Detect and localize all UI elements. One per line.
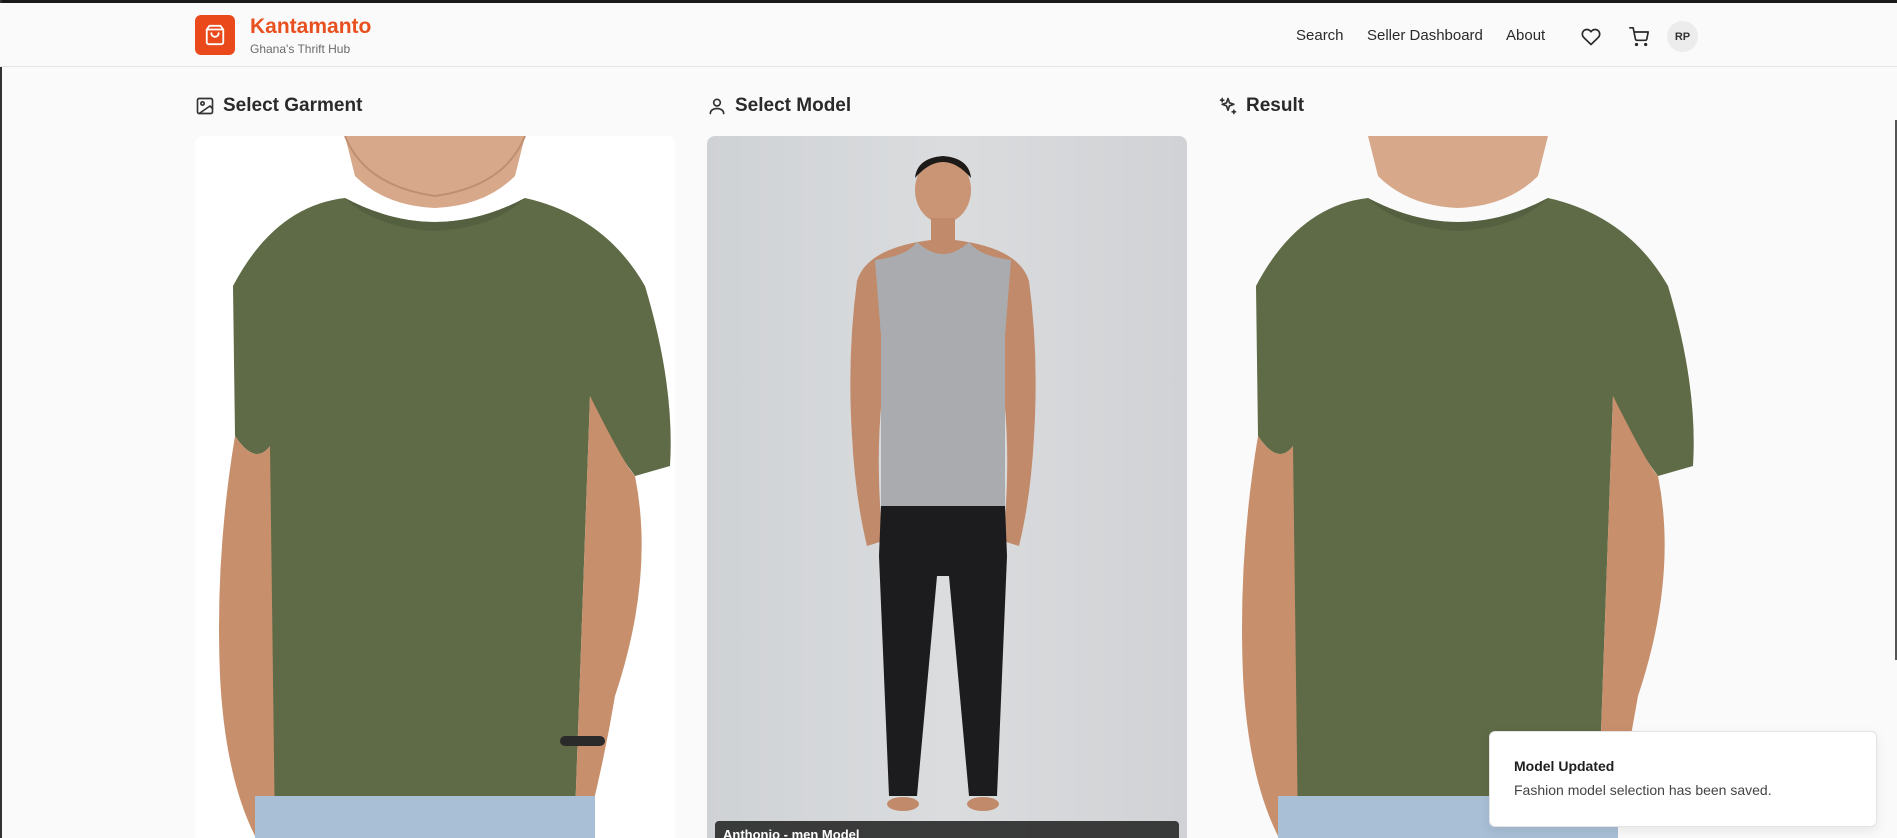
model-image-card[interactable] — [707, 136, 1187, 838]
brand-name[interactable]: Kantamanto — [250, 15, 371, 39]
brand-tagline: Ghana's Thrift Hub — [250, 42, 351, 56]
result-title: Result — [1246, 95, 1305, 116]
toast-title: Model Updated — [1514, 758, 1615, 774]
logo[interactable] — [195, 15, 235, 55]
site-header: Kantamanto Ghana's Thrift Hub Search Sel… — [0, 3, 1897, 67]
select-garment-title: Select Garment — [223, 95, 363, 116]
result-heading: Result — [1218, 94, 1304, 118]
user-icon — [709, 98, 725, 115]
model-name-label: Anthonio - men Model — [715, 821, 1179, 838]
shopping-bag-icon — [205, 24, 225, 46]
heart-icon[interactable] — [1581, 27, 1601, 47]
nav-seller-dashboard-link[interactable]: Seller Dashboard — [1367, 27, 1483, 44]
window-left-border — [0, 0, 2, 838]
garment-image-card[interactable] — [195, 136, 675, 838]
select-model-title: Select Model — [735, 95, 852, 116]
model-photo — [850, 156, 1036, 811]
cart-icon[interactable] — [1629, 27, 1649, 47]
sparkles-icon — [1219, 97, 1237, 115]
select-garment-heading: Select Garment — [195, 94, 362, 118]
user-avatar[interactable]: RP — [1667, 21, 1698, 52]
toast-notification[interactable]: Model Updated Fashion model selection ha… — [1489, 731, 1877, 827]
garment-photo — [219, 136, 671, 838]
select-model-heading: Select Model — [707, 94, 851, 118]
toast-description: Fashion model selection has been saved. — [1514, 782, 1772, 798]
nav-search-link[interactable]: Search — [1296, 27, 1344, 44]
image-icon — [196, 97, 214, 115]
nav-about-link[interactable]: About — [1506, 27, 1545, 44]
